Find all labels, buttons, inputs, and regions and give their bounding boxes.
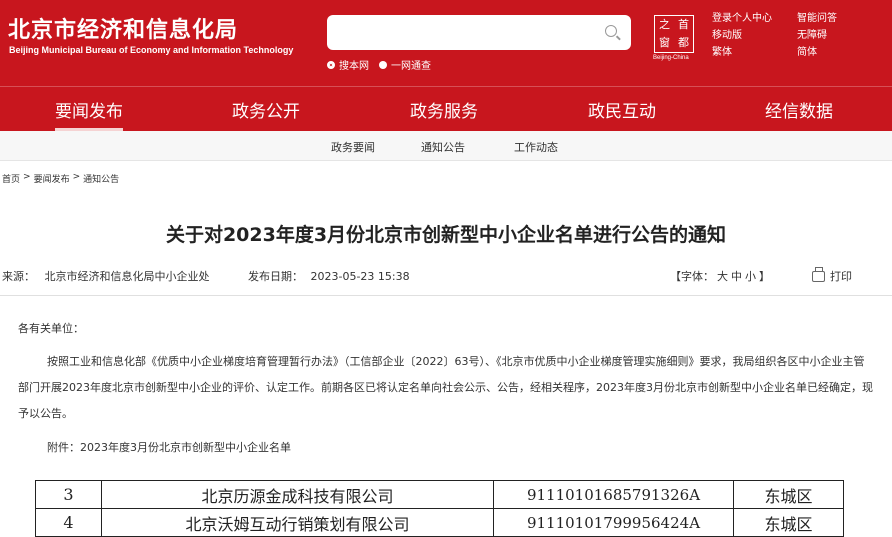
search-scope-all[interactable]: 一网通查 [379,57,431,72]
main-nav: 要闻发布 政务公开 政务服务 政民互动 经信数据 [0,86,892,131]
table-cell-no: 4 [35,508,102,537]
table-row: 4 北京沃姆互动行销策划有限公司 91110101799956424A 东城区 [35,508,844,537]
article-date: 发布日期： 2023-05-23 15:38 [248,268,410,284]
divider [0,295,892,296]
simplified-chinese-link[interactable]: 简体 [797,46,857,60]
breadcrumb: 首页 > 要闻发布 > 通知公告 [2,172,119,185]
utility-links: 登录个人中心 智能问答 移动版 无障碍 繁体 简体 [712,12,857,60]
article-source: 来源： 北京市经济和信息化局中小企业处 [2,268,210,284]
date-label: 发布日期： [248,270,303,283]
font-size-small[interactable]: 小 [745,268,756,284]
salutation: 各有关单位： [18,322,84,335]
breadcrumb-separator: > [23,172,31,182]
login-link[interactable]: 登录个人中心 [712,12,797,26]
seal-subtitle: Beijing-China [653,55,689,61]
mobile-version-link[interactable]: 移动版 [712,29,797,43]
table-cell-name: 北京沃姆互动行销策划有限公司 [101,508,494,537]
source-label: 来源： [2,270,35,283]
search-scope-label: 一网通查 [391,61,431,72]
nav-interaction[interactable]: 政民互动 [588,97,656,122]
nav-data[interactable]: 经信数据 [765,97,833,122]
company-table: 3 北京历源金成科技有限公司 91110101685791326A 东城区 4 … [35,480,844,537]
breadcrumb-home[interactable]: 首页 [2,172,20,185]
printer-icon [812,266,825,282]
article-paragraph: 按照工业和信息化部《优质中小企业梯度培育管理暂行办法》（工信部企业〔2022〕6… [18,355,873,420]
font-size-label: 【字体： [670,270,714,283]
site-logo-title[interactable]: 北京市经济和信息化局 [8,12,238,44]
table-cell-code: 91110101799956424A [493,508,734,537]
radio-unchecked-icon [379,60,387,69]
table-cell-district: 东城区 [733,480,844,509]
radio-checked-icon [327,60,335,69]
search-scope-site[interactable]: 搜本网 [327,57,369,72]
table-cell-name: 北京历源金成科技有限公司 [101,480,494,509]
nav-news[interactable]: 要闻发布 [55,97,123,131]
sub-nav: 政务要闻 通知公告 工作动态 [0,131,892,161]
date-value: 2023-05-23 15:38 [310,270,410,283]
table-row: 3 北京历源金成科技有限公司 91110101685791326A 东城区 [35,480,844,509]
seal-char: 窗 [659,36,670,49]
search-icon[interactable] [605,25,617,37]
attachment-note: 附件：2023年度3月份北京市创新型中小企业名单 [47,441,291,454]
search-scope-label: 搜本网 [339,61,369,72]
smart-qa-link[interactable]: 智能问答 [797,12,857,26]
nav-government-services[interactable]: 政务服务 [410,97,478,122]
subnav-item-work[interactable]: 工作动态 [514,139,558,155]
site-logo-subtitle: Beijing Municipal Bureau of Economy and … [9,45,294,55]
traditional-chinese-link[interactable]: 繁体 [712,46,797,60]
capital-seal-logo: 之 首 窗 都 [654,15,694,53]
seal-char: 之 [659,18,670,31]
breadcrumb-notices[interactable]: 通知公告 [83,172,119,185]
table-cell-no: 3 [35,480,102,509]
font-size-close: 】 [759,270,770,283]
font-size-control: 【字体： 大 中 小 】 [670,268,770,284]
site-header: 北京市经济和信息化局 Beijing Municipal Bureau of E… [0,0,892,86]
accessibility-link[interactable]: 无障碍 [797,29,857,43]
seal-char: 都 [678,36,689,49]
nav-government-affairs[interactable]: 政务公开 [232,97,300,122]
font-size-medium[interactable]: 中 [731,268,742,284]
print-button[interactable]: 打印 [812,266,852,284]
print-label: 打印 [830,270,852,283]
search-input[interactable] [327,15,631,50]
seal-char: 首 [678,18,689,31]
font-size-large[interactable]: 大 [717,268,728,284]
table-cell-district: 东城区 [733,508,844,537]
breadcrumb-news[interactable]: 要闻发布 [34,172,70,185]
article-title: 关于对2023年度3月份北京市创新型中小企业名单进行公告的通知 [165,224,727,246]
breadcrumb-separator: > [72,172,81,182]
search-scope-options: 搜本网 一网通查 [327,57,431,72]
table-cell-code: 91110101685791326A [493,480,734,509]
source-value: 北京市经济和信息化局中小企业处 [44,270,210,283]
subnav-item-news[interactable]: 政务要闻 [331,139,375,155]
subnav-item-notices[interactable]: 通知公告 [421,139,465,155]
